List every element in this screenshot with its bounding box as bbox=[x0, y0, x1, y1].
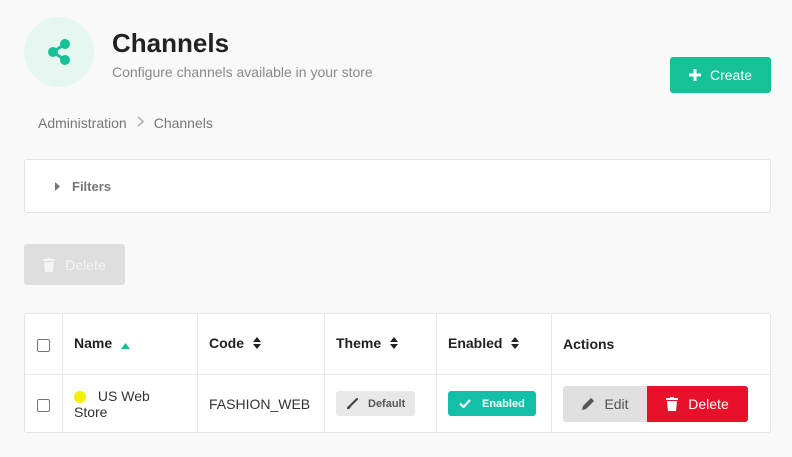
page-subtitle: Configure channels available in your sto… bbox=[112, 64, 373, 80]
sort-icon bbox=[511, 336, 520, 352]
share-icon bbox=[48, 39, 70, 65]
channels-header-icon bbox=[24, 17, 94, 87]
column-enabled[interactable]: Enabled bbox=[436, 314, 552, 374]
page-title: Channels bbox=[112, 28, 230, 58]
row-select-cell bbox=[25, 374, 63, 433]
channels-table: Name Code Theme Enabled Actions US Web S… bbox=[24, 313, 771, 433]
delete-button-label: Delete bbox=[688, 395, 729, 412]
column-code-label: Code bbox=[209, 335, 244, 352]
row-code: FASHION_WEB bbox=[209, 395, 311, 412]
sort-icon bbox=[390, 336, 399, 352]
filters-toggle[interactable]: Filters bbox=[24, 159, 771, 213]
column-enabled-label: Enabled bbox=[448, 335, 503, 352]
bulk-delete-label: Delete bbox=[65, 256, 106, 273]
row-code-cell: FASHION_WEB bbox=[197, 374, 325, 433]
enabled-badge-label: Enabled bbox=[482, 397, 525, 410]
create-button[interactable]: Create bbox=[670, 57, 771, 93]
column-name[interactable]: Name bbox=[62, 314, 198, 374]
row-name-cell: US Web Store bbox=[62, 374, 198, 433]
breadcrumb-item-administration[interactable]: Administration bbox=[38, 115, 127, 131]
edit-button-label: Edit bbox=[604, 395, 629, 412]
create-button-label: Create bbox=[709, 67, 753, 83]
row-theme-cell: Default bbox=[324, 374, 437, 433]
trash-icon bbox=[43, 257, 56, 272]
column-actions-label: Actions bbox=[563, 335, 615, 352]
plus-icon bbox=[688, 69, 701, 81]
edit-button[interactable]: Edit bbox=[563, 385, 647, 422]
select-all-checkbox[interactable] bbox=[37, 338, 50, 352]
row-checkbox[interactable] bbox=[37, 398, 50, 412]
pencil-icon bbox=[582, 397, 595, 410]
column-actions: Actions bbox=[552, 314, 771, 374]
theme-badge: Default bbox=[336, 391, 416, 417]
delete-button[interactable]: Delete bbox=[647, 385, 748, 422]
column-code[interactable]: Code bbox=[197, 314, 325, 374]
caret-right-icon bbox=[55, 181, 60, 191]
row-enabled-cell: Enabled bbox=[436, 374, 552, 433]
select-all-cell bbox=[25, 314, 63, 374]
table-row: US Web Store FASHION_WEB Default Enabled… bbox=[25, 374, 770, 433]
row-actions: Edit Delete bbox=[563, 385, 759, 422]
row-name: US Web Store bbox=[74, 387, 150, 420]
filters-label: Filters bbox=[72, 178, 112, 194]
paintbrush-icon bbox=[347, 397, 358, 409]
check-icon bbox=[459, 399, 471, 409]
theme-badge-label: Default bbox=[368, 397, 406, 410]
sort-asc-icon bbox=[121, 336, 131, 352]
bulk-delete-button[interactable]: Delete bbox=[24, 244, 125, 285]
sort-icon bbox=[252, 336, 261, 352]
row-actions-cell: Edit Delete bbox=[552, 374, 771, 433]
channel-color-dot bbox=[74, 391, 86, 404]
table-header-row: Name Code Theme Enabled Actions bbox=[25, 314, 770, 374]
column-name-label: Name bbox=[74, 335, 113, 352]
breadcrumb: Administration Channels bbox=[38, 115, 213, 131]
trash-icon bbox=[666, 396, 679, 411]
breadcrumb-item-channels: Channels bbox=[153, 115, 213, 131]
chevron-right-icon bbox=[137, 116, 144, 130]
enabled-badge: Enabled bbox=[448, 391, 536, 417]
column-theme[interactable]: Theme bbox=[324, 314, 437, 374]
column-theme-label: Theme bbox=[336, 335, 382, 352]
